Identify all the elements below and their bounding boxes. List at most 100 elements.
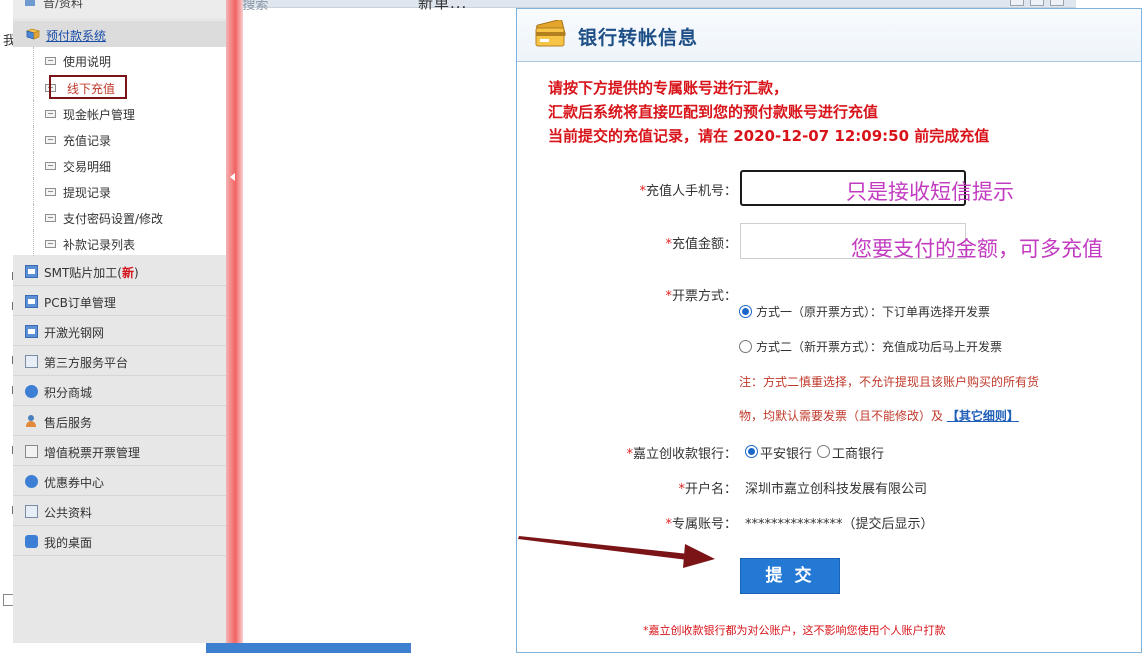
- dialog-title: 银行转帐信息: [578, 27, 699, 49]
- sidebar-item-public-docs[interactable]: 公共资料: [13, 496, 226, 526]
- bank-card-icon: [535, 20, 566, 47]
- tree-line: [33, 47, 34, 73]
- invoice-option-1-radio[interactable]: [739, 305, 752, 318]
- submenu-item-topup-records[interactable]: 充值记录: [13, 126, 226, 152]
- window-close-icon[interactable]: [1050, 0, 1064, 6]
- submenu-item-label: 提现记录: [63, 186, 112, 200]
- invoice-option-1-label[interactable]: 方式一（原开票方式）：下订单再选择开发票: [756, 303, 990, 320]
- prepayment-submenu: 使用说明 线下充值 现金帐户管理 充值记录 交易明细 提现记录 支付密码设置/修…: [13, 47, 226, 256]
- sidebar-item-label: 增值税票开票管理: [44, 446, 141, 460]
- amount-label: *充值金额：: [665, 237, 737, 252]
- invoice-warning-continued: 物，均默认需要发票（且不能修改）及 【其它细则】: [739, 409, 1019, 423]
- tree-line: [33, 178, 34, 204]
- sidebar-item-label: 公共资料: [44, 506, 93, 520]
- sidebar: 音/资料 预付款系统 使用说明 线下充值 现金帐户管理 充值记录 交易明细 提现…: [13, 0, 226, 643]
- sidebar-collapse-handle[interactable]: [226, 0, 243, 643]
- submenu-item-transactions[interactable]: 交易明细: [13, 152, 226, 178]
- invoice-warning: 注：方式二慎重选择，不允许提现且该账户购买的所有货: [739, 375, 1040, 389]
- submenu-item-label: 充值记录: [63, 134, 112, 148]
- sidebar-item-label: 积分商城: [44, 386, 93, 400]
- window-minimize-icon[interactable]: [1010, 0, 1024, 6]
- sidebar-item-label: 第三方服务平台: [44, 356, 129, 370]
- sidebar-item-label: SMT贴片加工(新): [44, 266, 139, 280]
- tree-line: [33, 100, 34, 126]
- collapse-arrow-icon[interactable]: [230, 173, 235, 181]
- globe-icon: [25, 385, 38, 398]
- page-icon: [45, 240, 56, 248]
- sidebar-group-prepayment[interactable]: 预付款系统: [13, 21, 226, 47]
- page-icon: [45, 188, 56, 196]
- bank-pingan-label[interactable]: 平安银行: [760, 443, 812, 462]
- account-number-value: ***************（提交后显示）: [745, 517, 934, 532]
- phone-annotation: 只是接收短信提示: [846, 180, 1014, 204]
- sidebar-item-stencil[interactable]: 开激光钢网: [13, 316, 226, 346]
- submenu-item-usage-guide[interactable]: 使用说明: [13, 47, 226, 73]
- sidebar-item-pcb-orders[interactable]: PCB订单管理: [13, 286, 226, 316]
- phone-label: *充值人手机号：: [639, 184, 737, 199]
- sidebar-item-label: 我的桌面: [44, 536, 93, 550]
- background-bottom-button[interactable]: [206, 643, 411, 653]
- annotation-arrow-icon: [518, 536, 715, 568]
- sidebar-item-smt[interactable]: SMT贴片加工(新): [13, 256, 226, 286]
- page-icon: [45, 57, 56, 65]
- submenu-item-label: 使用说明: [63, 55, 112, 69]
- notice-line-deadline: 当前提交的充值记录，请在 2020-12-07 12:09:50 前完成充值: [548, 127, 990, 145]
- folder-icon: [26, 28, 40, 40]
- sidebar-item-third-party[interactable]: 第三方服务平台: [13, 346, 226, 376]
- bank-pingan-radio[interactable]: [745, 445, 758, 458]
- other-rules-link[interactable]: 【其它细则】: [947, 409, 1019, 423]
- amount-annotation: 您要支付的金额，可多充值: [851, 237, 1103, 261]
- background-title-fragment: 新单...: [418, 0, 468, 12]
- invoice-method-label: *开票方式：: [665, 289, 737, 304]
- submenu-item-withdrawals[interactable]: 提现记录: [13, 178, 226, 204]
- submenu-item-label: 支付密码设置/修改: [63, 212, 164, 226]
- folder-icon: [25, 0, 35, 6]
- window-icon: [25, 265, 38, 278]
- page-icon: [45, 162, 56, 170]
- sidebar-item-label: 售后服务: [44, 416, 93, 430]
- notice-line: 请按下方提供的专属账号进行汇款，: [548, 79, 789, 97]
- sidebar-item-my-desktop[interactable]: 我的桌面: [13, 526, 226, 556]
- submenu-item-label: 线下充值: [67, 82, 116, 96]
- receiving-bank-label: *嘉立创收款银行：: [626, 447, 737, 462]
- submenu-item-supplement-records[interactable]: 补款记录列表: [13, 230, 226, 256]
- page-icon: [45, 110, 56, 118]
- screen-icon: [25, 505, 38, 518]
- bank-icbc-radio[interactable]: [817, 445, 830, 458]
- submenu-item-payment-password[interactable]: 支付密码设置/修改: [13, 204, 226, 230]
- submenu-item-label: 交易明细: [63, 160, 112, 174]
- new-badge: 新: [121, 266, 134, 280]
- tree-line: [33, 126, 34, 152]
- screen-icon: [25, 355, 38, 368]
- account-name-label: *开户名：: [678, 482, 737, 497]
- sidebar-item-label: 开激光钢网: [44, 326, 105, 340]
- submenu-item-cash-account[interactable]: 现金帐户管理: [13, 100, 226, 126]
- sidebar-item-coupons[interactable]: 优惠券中心: [13, 466, 226, 496]
- sidebar-item-partial[interactable]: 音/资料: [13, 0, 226, 18]
- account-name-value: 深圳市嘉立创科技发展有限公司: [745, 482, 928, 497]
- invoice-option-2-label[interactable]: 方式二（新开票方式）：充值成功后马上开发票: [756, 338, 1002, 355]
- window-maximize-icon[interactable]: [1030, 0, 1044, 6]
- notice-line: 汇款后系统将直接匹配到您的预付款账号进行充值: [548, 103, 879, 121]
- page-icon: [45, 136, 56, 144]
- background-toolbar: [206, 0, 1076, 8]
- sidebar-item-vat-invoice[interactable]: 增值税票开票管理: [13, 436, 226, 466]
- tree-line: [33, 204, 34, 230]
- sidebar-item-after-sales[interactable]: 售后服务: [13, 406, 226, 436]
- tree-line: [33, 74, 34, 100]
- sidebar-item-points-mall[interactable]: 积分商城: [13, 376, 226, 406]
- invoice-option-2-radio[interactable]: [739, 340, 752, 353]
- submenu-item-offline-topup[interactable]: 线下充值: [13, 74, 226, 100]
- person-icon: [25, 415, 38, 428]
- page-icon: [45, 214, 56, 222]
- window-icon: [25, 325, 38, 338]
- window-icon: [25, 295, 38, 308]
- bank-icbc-label[interactable]: 工商银行: [832, 443, 884, 462]
- sidebar-item-label: PCB订单管理: [44, 296, 116, 310]
- footnote: *嘉立创收款银行都为对公账户，这不影响您使用个人账户打款: [643, 624, 946, 637]
- tree-line: [33, 230, 34, 256]
- sidebar-item-label: 优惠券中心: [44, 476, 105, 490]
- submenu-item-label: 现金帐户管理: [63, 108, 136, 122]
- submit-button[interactable]: 提 交: [740, 558, 840, 594]
- chat-icon: [25, 535, 38, 548]
